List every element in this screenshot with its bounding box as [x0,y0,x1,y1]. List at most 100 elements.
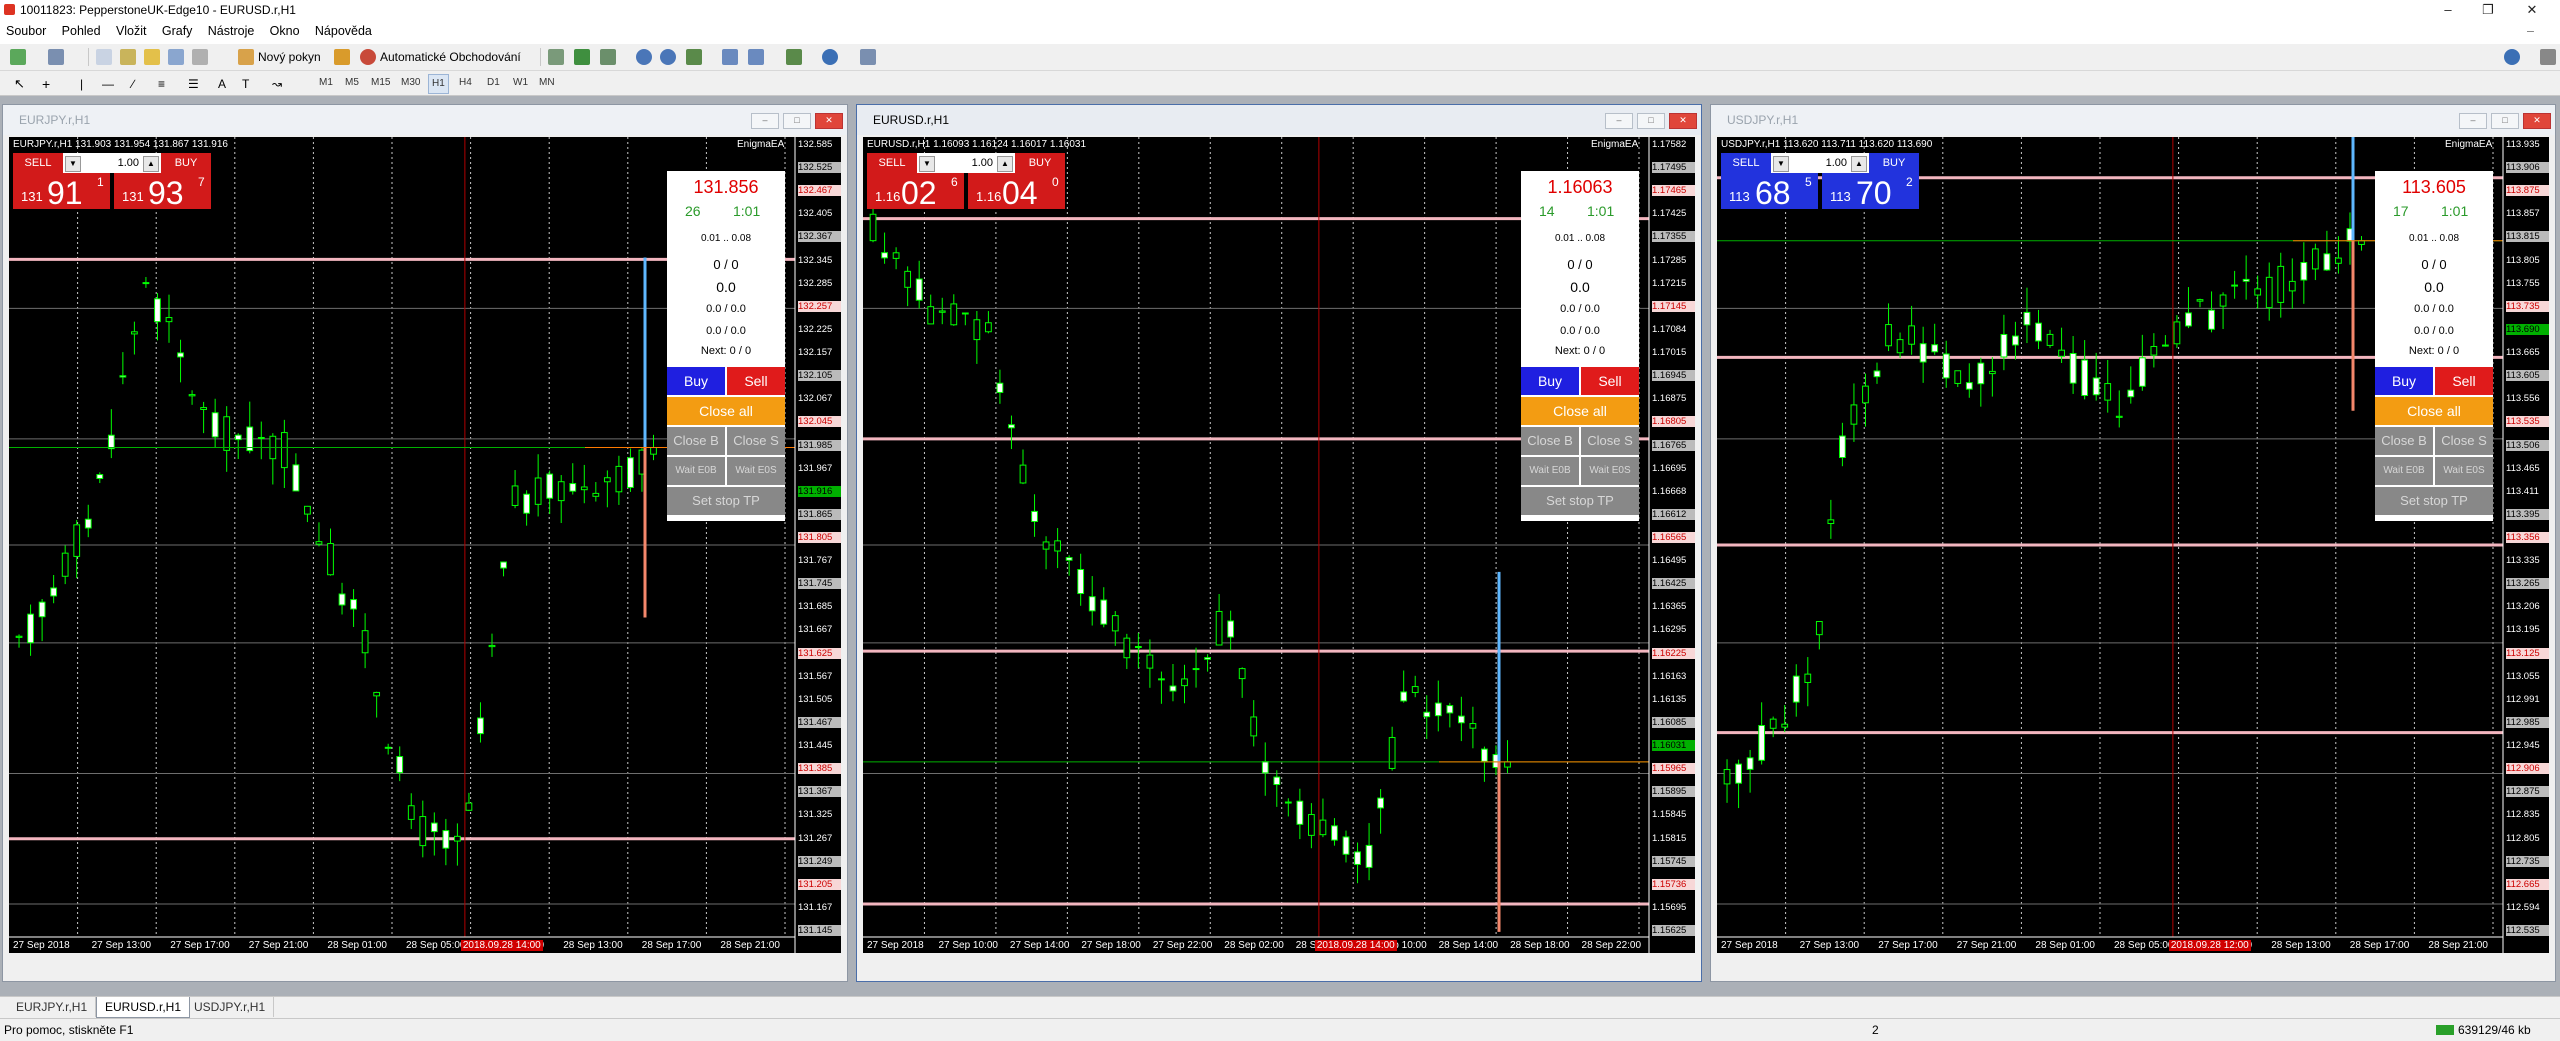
ea-close-all-button[interactable]: Close all [1521,397,1639,425]
settings-icon[interactable] [2540,49,2556,65]
chart-window-0[interactable]: EURJPY.r,H1 – □ ✕ EURJPY.r,H1 131.903 131.95… [2,104,848,982]
chart-window-titlebar[interactable]: EURJPY.r,H1 – □ ✕ [3,105,847,135]
lot-size-field[interactable]: 1.00 ▼ ▲ [917,153,1015,173]
data-window-icon[interactable] [120,49,136,65]
terminal-icon[interactable] [168,49,184,65]
trendline-icon[interactable]: ∕ [132,75,134,93]
zoom-in-icon[interactable] [636,49,652,65]
menu-nastroje[interactable]: Nástroje [208,24,255,38]
crosshair-icon[interactable]: + [42,75,50,93]
periods-icon[interactable] [822,49,838,65]
tf-m5[interactable]: M5 [342,74,362,92]
sell-button[interactable]: SELL [1721,153,1771,173]
tf-mn[interactable]: MN [536,74,558,92]
sell-button[interactable]: SELL [13,153,63,173]
ea-close-all-button[interactable]: Close all [2375,397,2493,425]
fibonacci-icon[interactable]: ☰ [188,75,199,93]
ea-wait-eob-button[interactable]: Wait E0B [1521,457,1579,485]
chart-min-icon[interactable]: – [1605,113,1633,129]
menu-vlozit[interactable]: Vložit [116,24,147,38]
buy-button[interactable]: BUY [1869,153,1919,173]
chart-min-icon[interactable]: – [751,113,779,129]
ask-price-button[interactable]: 1.16 04 0 [968,173,1065,211]
text-icon[interactable]: A [218,75,226,93]
lot-decrease-icon[interactable]: ▼ [919,156,935,172]
ea-set-stop-button[interactable]: Set stop TP [667,487,785,515]
chart-close-icon[interactable]: ✕ [815,113,843,129]
restore-icon[interactable]: ❐ [2468,0,2508,20]
ea-buy-button[interactable]: Buy [2375,367,2433,395]
menu-okno[interactable]: Okno [270,24,300,38]
tile-windows-icon[interactable] [686,49,702,65]
bid-price-button[interactable]: 131 91 1 [13,173,110,211]
chart-shift-icon[interactable] [722,49,738,65]
lot-size-field[interactable]: 1.00 ▼ ▲ [63,153,161,173]
lot-decrease-icon[interactable]: ▼ [1773,156,1789,172]
channel-icon[interactable]: ≡ [158,75,165,93]
ea-buy-button[interactable]: Buy [1521,367,1579,395]
menu-grafy[interactable]: Grafy [162,24,193,38]
ea-close-buy-button[interactable]: Close B [667,427,725,455]
tester-icon[interactable] [192,49,208,65]
buy-button[interactable]: BUY [1015,153,1065,173]
horizontal-line-icon[interactable]: — [102,75,114,93]
candlestick-icon[interactable] [574,49,590,65]
templates-icon[interactable] [860,49,876,65]
ea-close-all-button[interactable]: Close all [667,397,785,425]
arrows-icon[interactable]: ↝ [272,75,282,93]
bid-price-button[interactable]: 1.16 02 6 [867,173,964,211]
vertical-line-icon[interactable]: | [80,75,83,93]
ea-wait-eob-button[interactable]: Wait E0B [2375,457,2433,485]
lot-increase-icon[interactable]: ▲ [143,156,159,172]
ea-wait-eob-button[interactable]: Wait E0B [667,457,725,485]
chart-max-icon[interactable]: □ [2491,113,2519,129]
close-icon[interactable]: ✕ [2512,0,2552,20]
chart-plot-area[interactable]: USDJPY.r,H1 113.620 113.711 113.620 113.… [1717,137,2549,953]
bid-price-button[interactable]: 113 68 5 [1721,173,1818,211]
chart-window-1[interactable]: EURUSD.r,H1 – □ ✕ EURUSD.r,H1 1.16093 1.1612… [856,104,1702,982]
ea-close-buy-button[interactable]: Close B [2375,427,2433,455]
chart-close-icon[interactable]: ✕ [2523,113,2551,129]
tf-w1[interactable]: W1 [510,74,531,92]
chart-max-icon[interactable]: □ [1637,113,1665,129]
cursor-icon[interactable]: ↖ [14,75,25,93]
ea-wait-eos-button[interactable]: Wait E0S [1581,457,1639,485]
doc-minimize-icon[interactable]: – [2527,24,2534,38]
ea-sell-button[interactable]: Sell [1581,367,1639,395]
ea-close-buy-button[interactable]: Close B [1521,427,1579,455]
tf-h4[interactable]: H4 [456,74,475,92]
new-chart-icon[interactable] [10,49,26,65]
line-chart-icon[interactable] [600,49,616,65]
chart-plot-area[interactable]: EURJPY.r,H1 131.903 131.954 131.867 131.… [9,137,841,953]
chart-window-titlebar[interactable]: USDJPY.r,H1 – □ ✕ [1711,105,2555,135]
chart-plot-area[interactable]: EURUSD.r,H1 1.16093 1.16124 1.16017 1.16… [863,137,1695,953]
ea-buy-button[interactable]: Buy [667,367,725,395]
tab-eurusd[interactable]: EURUSD.r,H1 [96,997,191,1018]
lot-increase-icon[interactable]: ▲ [1851,156,1867,172]
navigator-icon[interactable] [144,49,160,65]
ea-set-stop-button[interactable]: Set stop TP [1521,487,1639,515]
indicators-icon[interactable] [786,49,802,65]
lot-increase-icon[interactable]: ▲ [997,156,1013,172]
ea-wait-eos-button[interactable]: Wait E0S [2435,457,2493,485]
menu-pohled[interactable]: Pohled [62,24,101,38]
menu-napoveda[interactable]: Nápověda [315,24,372,38]
search-icon[interactable] [2504,49,2520,65]
bar-chart-icon[interactable] [548,49,564,65]
ea-sell-button[interactable]: Sell [2435,367,2493,395]
lot-size-field[interactable]: 1.00 ▼ ▲ [1771,153,1869,173]
ea-wait-eos-button[interactable]: Wait E0S [727,457,785,485]
new-order-button[interactable]: Nový pokyn [258,48,321,66]
ea-close-sell-button[interactable]: Close S [727,427,785,455]
autoscroll-icon[interactable] [748,49,764,65]
zoom-out-icon[interactable] [660,49,676,65]
buy-button[interactable]: BUY [161,153,211,173]
ea-close-sell-button[interactable]: Close S [2435,427,2493,455]
tf-m30[interactable]: M30 [398,74,423,92]
auto-trading-button[interactable]: Automatické Obchodování [380,48,521,66]
lot-decrease-icon[interactable]: ▼ [65,156,81,172]
ask-price-button[interactable]: 113 70 2 [1822,173,1919,211]
menu-soubor[interactable]: Soubor [6,24,46,38]
ea-set-stop-button[interactable]: Set stop TP [2375,487,2493,515]
tf-m1[interactable]: M1 [316,74,336,92]
